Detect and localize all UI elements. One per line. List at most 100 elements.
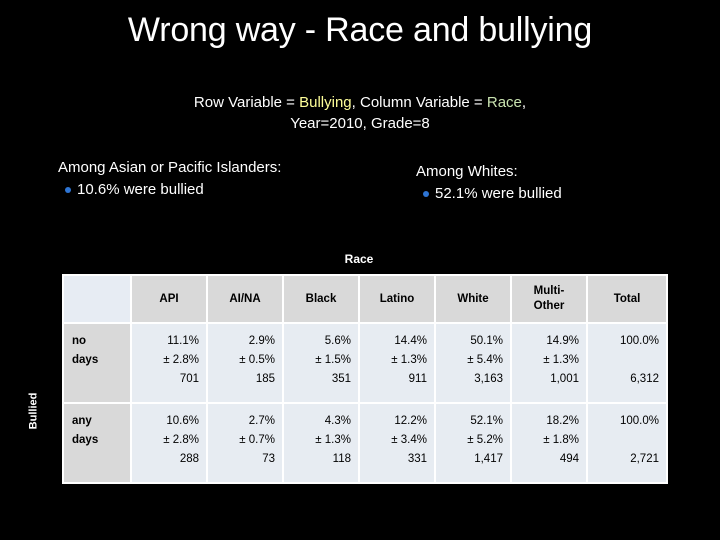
subtitle-row-variable-prefix: Row Variable =: [193, 94, 300, 111]
bullet-block-api: Among Asian or Pacific Islanders: 10.6% …: [58, 158, 408, 200]
subtitle-line-2: Year=2010, Grade=8: [290, 115, 430, 132]
bullet-item-white: 52.1% were bullied: [416, 184, 716, 204]
cell-any-days-total: 100.0% 2,721: [588, 404, 666, 482]
bullet-text-api: 10.6% were bullied: [77, 181, 204, 198]
cell-count: 2,721: [630, 453, 659, 465]
cell-count: 288: [179, 453, 199, 465]
cell-percent: 18.2%: [546, 415, 579, 427]
subtitle-line-1: Row Variable = Bullying, Column Variable…: [0, 92, 720, 113]
cell-margin-of-error: ± 0.7%: [239, 434, 275, 446]
cell-any-days-white: 52.1% ± 5.2% 1,417: [436, 404, 510, 482]
column-header-white-line1: White: [457, 292, 489, 305]
column-header-white: White: [436, 276, 510, 322]
cell-no-days-multi-other: 14.9% ± 1.3% 1,001: [512, 324, 586, 402]
table-header-row: API AI/NA Black Latino White Multi- Othe…: [64, 276, 666, 322]
cell-percent: 52.1%: [470, 415, 503, 427]
cell-percent: 100.0%: [619, 415, 659, 427]
cell-no-days-total: 100.0% 6,312: [588, 324, 666, 402]
column-header-black-line1: Black: [305, 292, 337, 305]
column-header-total-line1: Total: [613, 292, 641, 305]
column-header-total: Total: [588, 276, 666, 322]
table-corner-cell: [64, 276, 130, 322]
cell-no-days-white: 50.1% ± 5.4% 3,163: [436, 324, 510, 402]
cell-count: 73: [262, 453, 275, 465]
cell-no-days-black: 5.6% ± 1.5% 351: [284, 324, 358, 402]
cell-any-days-ai-na: 2.7% ± 0.7% 73: [208, 404, 282, 482]
cell-margin-of-error: ± 1.5%: [315, 354, 351, 366]
crosstab-table: API AI/NA Black Latino White Multi- Othe…: [62, 274, 668, 484]
cell-margin-of-error: ± 5.2%: [467, 434, 503, 446]
cell-count: 118: [332, 453, 351, 465]
row-header-any-days-line2: days: [72, 434, 99, 446]
column-variable-value: Race: [486, 94, 522, 111]
cell-count: 185: [255, 373, 275, 385]
cell-percent: 4.3%: [324, 415, 351, 427]
table-column-variable-caption: Race: [344, 252, 374, 266]
column-header-multi-other-line1: Multi-: [533, 285, 565, 297]
cell-any-days-multi-other: 18.2% ± 1.8% 494: [512, 404, 586, 482]
column-header-api: API: [132, 276, 206, 322]
cell-any-days-black: 4.3% ± 1.3% 118: [284, 404, 358, 482]
cell-percent: 2.7%: [248, 415, 275, 427]
bullet-block-white: Among Whites: 52.1% were bullied: [416, 162, 716, 204]
column-header-latino: Latino: [360, 276, 434, 322]
row-header-no-days-line1: no: [72, 335, 87, 347]
page-title: Wrong way - Race and bullying: [127, 11, 593, 49]
cell-percent: 14.4%: [394, 335, 427, 347]
cell-margin-of-error: ± 3.4%: [391, 434, 427, 446]
cell-margin-of-error: ± 1.8%: [543, 434, 579, 446]
subtitle: Row Variable = Bullying, Column Variable…: [0, 92, 720, 134]
cell-any-days-api: 10.6% ± 2.8% 288: [132, 404, 206, 482]
table-row-variable-caption: Bullied: [24, 330, 42, 492]
subtitle-line-1-suffix: ,: [521, 94, 527, 111]
cell-count: 1,417: [474, 453, 503, 465]
bullet-heading-api: Among Asian or Pacific Islanders:: [58, 159, 282, 176]
cell-margin-of-error: ± 1.3%: [391, 354, 427, 366]
subtitle-column-variable-prefix: , Column Variable =: [351, 94, 487, 111]
row-header-any-days-line1: any: [72, 415, 92, 427]
column-header-ai-na: AI/NA: [208, 276, 282, 322]
cell-percent: 14.9%: [546, 335, 579, 347]
cell-margin-of-error: ± 1.3%: [315, 434, 351, 446]
row-header-no-days: no days: [64, 324, 130, 402]
cell-margin-of-error: ± 2.8%: [163, 354, 199, 366]
cell-any-days-latino: 12.2% ± 3.4% 331: [360, 404, 434, 482]
cell-no-days-ai-na: 2.9% ± 0.5% 185: [208, 324, 282, 402]
cell-count: 6,312: [630, 373, 659, 385]
bullet-heading-white: Among Whites:: [416, 163, 518, 180]
column-header-black: Black: [284, 276, 358, 322]
table-row: any days 10.6% ± 2.8% 288 2.7% ± 0.7% 73…: [64, 404, 666, 482]
table-row-variable-caption-text: Bullied: [27, 392, 40, 430]
cell-count: 494: [559, 453, 579, 465]
column-header-multi-other-line2: Other: [533, 300, 565, 312]
cell-count: 911: [408, 373, 427, 385]
cell-margin-of-error: [591, 351, 659, 370]
cell-percent: 50.1%: [470, 335, 503, 347]
cell-percent: 2.9%: [248, 335, 275, 347]
cell-percent: 5.6%: [324, 335, 351, 347]
cell-percent: 10.6%: [166, 415, 199, 427]
cell-count: 351: [331, 373, 351, 385]
column-header-latino-line1: Latino: [379, 292, 415, 305]
cell-margin-of-error: ± 1.3%: [543, 354, 579, 366]
cell-percent: 11.1%: [167, 335, 199, 347]
cell-count: 1,001: [550, 373, 579, 385]
cell-no-days-api: 11.1% ± 2.8% 701: [132, 324, 206, 402]
cell-margin-of-error: [591, 431, 659, 450]
cell-count: 331: [407, 453, 427, 465]
row-variable-value: Bullying: [299, 94, 352, 111]
cell-margin-of-error: ± 0.5%: [239, 354, 275, 366]
cell-count: 3,163: [474, 373, 503, 385]
row-header-no-days-line2: days: [72, 354, 99, 366]
cell-percent: 100.0%: [619, 335, 659, 347]
bullet-dot-icon: [416, 184, 435, 197]
bullet-text-white: 52.1% were bullied: [435, 185, 562, 202]
cell-percent: 12.2%: [394, 415, 427, 427]
column-header-multi-other: Multi- Other: [512, 276, 586, 322]
bullet-item-api: 10.6% were bullied: [58, 180, 408, 200]
row-header-any-days: any days: [64, 404, 130, 482]
bullet-dot-icon: [58, 180, 77, 193]
table-row: no days 11.1% ± 2.8% 701 2.9% ± 0.5% 185…: [64, 324, 666, 402]
column-header-ai-na-line1: AI/NA: [229, 292, 261, 305]
column-header-api-line1: API: [159, 292, 179, 305]
